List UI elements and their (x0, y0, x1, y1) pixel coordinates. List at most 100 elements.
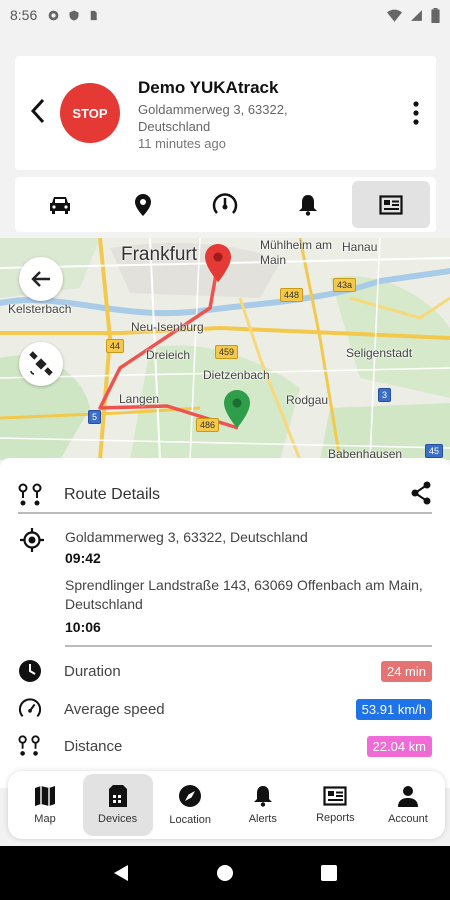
nav-map[interactable]: Map (10, 774, 80, 836)
nav-reports[interactable]: Reports (300, 774, 370, 836)
arrow-left-icon (31, 271, 50, 287)
speedometer-icon (213, 192, 238, 214)
status-bar: 8:56 (0, 0, 450, 30)
duration-row: Duration 24 min (18, 657, 432, 685)
system-navigation-bar (0, 846, 450, 900)
duration-value: 24 min (380, 660, 432, 682)
start-time: 09:42 (65, 550, 101, 566)
speedometer-icon (18, 698, 42, 718)
map-label-rodgau: Rodgau (286, 393, 329, 407)
device-tab-bar (15, 177, 436, 232)
share-button[interactable] (410, 481, 432, 510)
distance-row: Distance 22.04 km (18, 732, 432, 760)
map-label-seligenstadt: Seligenstadt (346, 346, 413, 360)
map-label-hanau: Hanau (342, 240, 378, 254)
nav-map-label: Map (34, 813, 56, 825)
nav-reports-label: Reports (316, 812, 355, 824)
end-time: 10:06 (65, 619, 101, 635)
status-badge: STOP (60, 83, 120, 143)
device-name: Demo YUKAtrack (138, 78, 279, 97)
settings-status-icon (48, 10, 59, 20)
road-shield-45: 45 (425, 444, 444, 458)
tab-reports[interactable] (351, 181, 430, 228)
nav-devices-label: Devices (98, 813, 138, 825)
more-options-button[interactable] (406, 98, 426, 128)
wifi-status-icon (387, 9, 402, 22)
road-shield-3: 3 (378, 388, 392, 402)
tab-vehicle[interactable] (21, 181, 99, 228)
satellite-view-button[interactable] (19, 342, 63, 386)
satellite-icon (29, 351, 53, 376)
nav-devices[interactable]: Devices (82, 774, 153, 836)
end-marker-icon[interactable] (224, 390, 250, 428)
route-icon (18, 735, 40, 756)
map-label-neu-isenburg: Neu-Isenburg (131, 320, 204, 334)
clock-icon (19, 660, 41, 682)
bell-icon (299, 194, 318, 216)
map-back-button[interactable] (19, 257, 63, 301)
device-header-card: STOP Demo YUKAtrack Goldammerweg 3, 6332… (15, 56, 436, 170)
route-map[interactable]: Frankfurt Mühlheim am Main Hanau Kelster… (0, 238, 450, 460)
signal-status-icon (411, 9, 422, 21)
nav-account-label: Account (388, 813, 428, 825)
share-icon (411, 481, 431, 504)
average-speed-label: Average speed (64, 700, 165, 718)
system-back-icon[interactable] (113, 864, 129, 882)
device-address: Goldammerweg 3, 63322, Deutschland (138, 102, 288, 134)
tab-location[interactable] (104, 181, 182, 228)
map-icon (35, 786, 55, 806)
start-marker-icon[interactable] (205, 244, 231, 282)
map-label-kelsterbach: Kelsterbach (8, 302, 72, 316)
nav-account[interactable]: Account (373, 774, 443, 836)
average-speed-row: Average speed 53.91 km/h (18, 695, 432, 723)
road-shield-5: 5 (88, 410, 102, 424)
devices-icon (108, 785, 127, 807)
tab-alerts[interactable] (269, 181, 347, 228)
road-shield-43a: 43a (333, 278, 357, 292)
system-home-icon[interactable] (216, 864, 234, 882)
gps-target-icon (20, 528, 44, 552)
back-button[interactable] (23, 96, 53, 126)
battery-status-icon (431, 7, 440, 23)
more-vertical-icon (413, 101, 419, 125)
nav-alerts[interactable]: Alerts (228, 774, 298, 836)
person-icon (397, 786, 418, 807)
route-details-sheet: Route Details Goldammerweg 3, 63322, Deu… (0, 458, 450, 788)
end-address: Sprendlinger Landstraße 143, 63069 Offen… (65, 577, 423, 612)
map-label-muhlheim: Mühlheim am Main (260, 238, 333, 267)
map-label-dietzenbach: Dietzenbach (203, 368, 270, 382)
nav-alerts-label: Alerts (248, 813, 277, 825)
distance-value: 22.04 km (366, 735, 432, 757)
tab-speed[interactable] (186, 181, 264, 228)
map-label-langen: Langen (119, 392, 160, 406)
average-speed-value: 53.91 km/h (355, 698, 432, 720)
status-time: 8:56 (10, 7, 38, 23)
map-label-frankfurt: Frankfurt (121, 244, 198, 265)
duration-label: Duration (64, 662, 121, 680)
shield-status-icon (69, 10, 79, 20)
system-recents-icon[interactable] (320, 865, 337, 881)
compass-icon (179, 785, 202, 807)
map-label-dreieich: Dreieich (146, 348, 191, 362)
start-address: Goldammerweg 3, 63322, Deutschland (65, 529, 308, 545)
route-icon (18, 483, 42, 506)
nav-location-label: Location (169, 814, 211, 826)
divider (65, 645, 432, 647)
report-icon (323, 786, 347, 806)
road-shield-459: 459 (215, 345, 239, 359)
road-shield-486: 486 (196, 418, 220, 432)
road-shield-448: 448 (280, 288, 304, 302)
car-icon (50, 196, 71, 214)
last-updated: 11 minutes ago (138, 136, 226, 151)
road-shield-44: 44 (106, 339, 125, 353)
route-details-header: Route Details (18, 478, 432, 514)
sim-status-icon (91, 10, 97, 20)
route-details-title: Route Details (64, 486, 161, 503)
chevron-left-icon (30, 98, 45, 124)
nav-location[interactable]: Location (155, 774, 225, 836)
report-icon (379, 194, 403, 215)
location-pin-icon (134, 193, 151, 216)
distance-label: Distance (64, 737, 123, 755)
bell-icon (253, 786, 272, 807)
bottom-navigation: Map Devices Location Alerts Reports Acco… (8, 771, 445, 839)
